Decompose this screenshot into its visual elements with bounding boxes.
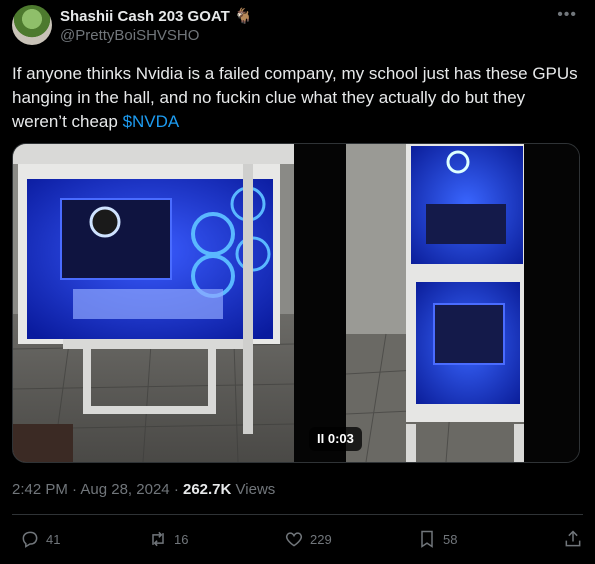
like-icon	[285, 532, 303, 547]
share-icon	[565, 530, 581, 547]
reply-count: 41	[46, 531, 61, 547]
repost-icon	[152, 531, 164, 547]
more-icon[interactable]: •••	[557, 6, 577, 24]
author-handle[interactable]: @PrettyBoiSHVSHO	[60, 27, 199, 44]
photo-gap	[294, 144, 346, 462]
like-button[interactable]: 229	[284, 525, 332, 553]
repost-button[interactable]: 16	[148, 525, 188, 553]
views-label: Views	[235, 481, 276, 498]
pc-photo-left[interactable]	[13, 144, 295, 462]
author-display-name[interactable]: Shashii Cash 203 GOAT 🐐	[60, 7, 253, 25]
photo-edge	[524, 144, 579, 462]
reply-icon	[22, 531, 38, 548]
tweet-time[interactable]: 2:42 PM	[12, 481, 68, 498]
video-time-badge[interactable]: II 0:03	[309, 427, 362, 451]
bookmark-count: 58	[443, 531, 458, 547]
views-count: 262.7K	[182, 481, 232, 498]
action-bar: 41 16 229 58	[12, 525, 583, 553]
divider	[12, 514, 583, 515]
reply-button[interactable]: 41	[20, 525, 60, 553]
meta-separator-2: ·	[173, 481, 179, 498]
tweet-meta: 2:42 PM · Aug 28, 2024 · 262.7K Views	[12, 481, 275, 498]
tweet-text: If anyone thinks Nvidia is a failed comp…	[12, 62, 580, 134]
meta-separator-1: ·	[72, 481, 78, 498]
share-button[interactable]	[563, 525, 583, 553]
tweet-text-main: If anyone thinks Nvidia is a failed comp…	[12, 64, 578, 131]
avatar[interactable]	[12, 5, 52, 45]
cashtag-link[interactable]: $NVDA	[123, 112, 180, 131]
like-count: 229	[310, 531, 332, 547]
bookmark-icon	[421, 530, 433, 548]
media-container[interactable]: II 0:03	[12, 143, 580, 463]
tweet-date[interactable]: Aug 28, 2024	[80, 481, 169, 498]
pc-photo-right[interactable]	[345, 144, 525, 462]
bookmark-button[interactable]: 58	[417, 525, 457, 553]
repost-count: 16	[174, 531, 189, 547]
